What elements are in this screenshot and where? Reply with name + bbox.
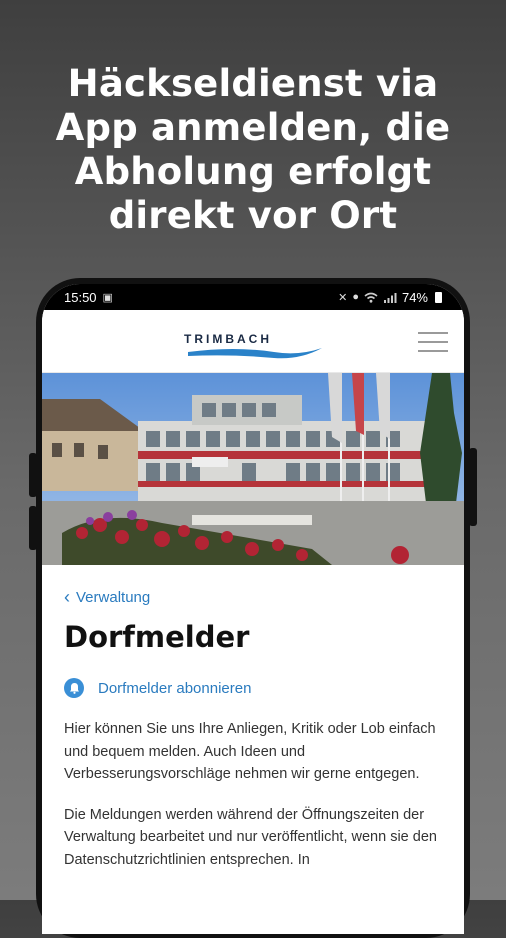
menu-icon[interactable] [418,332,448,352]
headline-line-2: App anmelden, die [55,106,451,149]
subscribe-label: Dorfmelder abonnieren [98,679,252,697]
info-paragraph: Die Meldungen werden während der Öffnung… [64,806,437,868]
volume-down-button [29,506,37,550]
intro-paragraph: Hier können Sie uns Ihre Anliegen, Kriti… [64,721,436,782]
page-content: ‹ Verwaltung Dorfmelder Dorfmelder abonn… [42,565,464,871]
app-header: TRIMBACH [42,310,464,373]
notification-icon: ▣ [102,291,113,304]
battery-icon [435,291,442,303]
bell-icon [64,678,84,698]
headline-line-4: direkt vor Ort [108,194,398,237]
headline-line-1: Häckseldienst via [67,62,439,105]
wifi-icon [364,292,378,303]
battery-level: 74% [401,289,428,305]
phone-screen: 15:50 ▣ ✕ ● 74% TRIMBACH ‹ Verwaltung Do… [42,284,464,934]
location-icon: ● [352,291,359,303]
signal-icon [383,292,397,303]
status-time: 15:50 [64,289,97,305]
back-link-label: Verwaltung [76,589,151,606]
volume-up-button [29,453,37,497]
back-link-verwaltung[interactable]: ‹ Verwaltung [64,587,442,607]
headline-line-3: Abholung erfolgt [74,150,432,193]
logo-swoosh-icon [188,348,322,359]
promo-headline: Häckseldienst via App anmelden, die Abho… [0,62,506,238]
subscribe-button[interactable]: Dorfmelder abonnieren [64,678,442,698]
mute-icon: ✕ [338,291,348,304]
hero-image-town-hall [42,373,464,565]
chevron-left-icon: ‹ [64,587,70,607]
phone-frame: 15:50 ▣ ✕ ● 74% TRIMBACH ‹ Verwaltung Do… [29,278,477,938]
power-button [469,448,477,526]
page-title: Dorfmelder [64,620,250,654]
status-bar: 15:50 ▣ ✕ ● 74% [42,284,464,310]
trimbach-logo[interactable]: TRIMBACH [184,332,324,362]
